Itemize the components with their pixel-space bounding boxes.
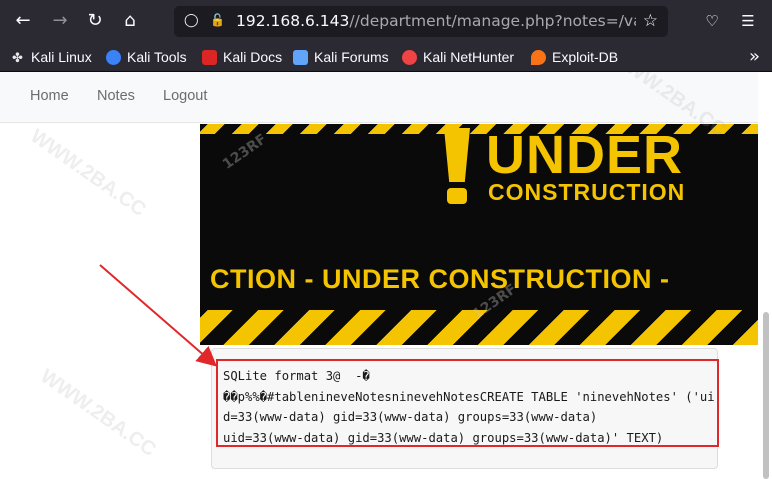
bookmark-kali-forums[interactable]: Kali Forums	[293, 47, 389, 67]
site-watermark: WWW.2BA.CC	[26, 125, 150, 221]
insecure-lock-icon[interactable]: 🔓	[210, 13, 225, 30]
home-icon[interactable]: ⌂	[117, 8, 143, 34]
bookmark-kali-nethunter[interactable]: Kali NetHunter	[402, 47, 514, 67]
lfi-file-output: SQLite format 3@ -� ��p%%�#tablenineveNo…	[223, 369, 715, 445]
kali-docs-icon	[202, 49, 217, 65]
back-arrow-icon[interactable]: ←	[10, 8, 36, 34]
url-host: 192.168.6.143	[236, 12, 350, 30]
exploit-db-icon	[531, 49, 546, 65]
banner-band-text: CTION - UNDER CONSTRUCTION -	[210, 264, 670, 294]
page-viewport: Home Notes Logout UNDER CONSTRUCTION CTI…	[0, 72, 772, 479]
url-path: //department/manage.php?notes=/var/tmp/	[349, 12, 636, 30]
bookmark-star-icon[interactable]: ☆	[643, 11, 658, 31]
annotation-arrow-line	[99, 264, 218, 367]
bookmark-kali-tools[interactable]: Kali Tools	[106, 47, 187, 67]
nav-notes-link[interactable]: Notes	[97, 88, 135, 104]
tracking-shield-icon[interactable]: ◯	[184, 13, 199, 30]
bookmark-label: Kali Docs	[223, 49, 283, 65]
bookmark-label: Kali Forums	[314, 49, 389, 65]
url-text[interactable]: 192.168.6.143//department/manage.php?not…	[236, 12, 636, 30]
page-scrollbar[interactable]	[758, 72, 772, 479]
bookmark-label: Kali NetHunter	[423, 49, 515, 65]
scrollbar-thumb[interactable]	[763, 312, 769, 479]
bookmark-exploit-db[interactable]: Exploit-DB	[531, 47, 618, 67]
kali-dragon-icon: ✤	[12, 49, 23, 65]
bookmark-kali-docs[interactable]: Kali Docs	[202, 47, 282, 67]
banner-watermark: 123RF	[219, 131, 270, 173]
site-watermark: WWW.2BA.CC	[36, 365, 160, 461]
under-construction-banner: UNDER CONSTRUCTION CTION - UNDER CONSTRU…	[200, 124, 758, 345]
exclamation-icon	[440, 128, 474, 204]
nav-logout-link[interactable]: Logout	[163, 88, 207, 104]
bookmarks-bar: ✤ Kali Linux Kali Tools Kali Docs Kali F…	[0, 42, 772, 72]
forward-arrow-icon[interactable]: →	[47, 8, 73, 34]
reload-icon[interactable]: ↻	[82, 8, 108, 34]
highlighted-output-box: SQLite format 3@ -� ��p%%�#tablenineveNo…	[216, 359, 719, 447]
banner-under-text: UNDER	[486, 125, 684, 185]
bookmark-label: Kali Tools	[127, 49, 187, 65]
pocket-icon[interactable]: ♡	[700, 9, 724, 33]
bookmark-kali-linux[interactable]: ✤ Kali Linux	[10, 47, 92, 67]
bookmark-label: Exploit-DB	[552, 49, 619, 65]
banner-construction-text: CONSTRUCTION	[488, 179, 686, 205]
bookmark-label: Kali Linux	[31, 49, 92, 65]
nethunter-icon	[402, 49, 417, 65]
browser-toolbar: ← → ↻ ⌂ ◯ 🔓 192.168.6.143//department/ma…	[0, 0, 772, 42]
kali-forums-icon	[293, 49, 308, 65]
url-bar[interactable]: ◯ 🔓 192.168.6.143//department/manage.php…	[174, 6, 668, 37]
chevron-right-more-icon[interactable]: »	[749, 46, 760, 67]
nav-home-link[interactable]: Home	[30, 88, 69, 104]
kali-tools-icon	[106, 49, 121, 65]
menu-icon[interactable]: ☰	[736, 9, 760, 33]
